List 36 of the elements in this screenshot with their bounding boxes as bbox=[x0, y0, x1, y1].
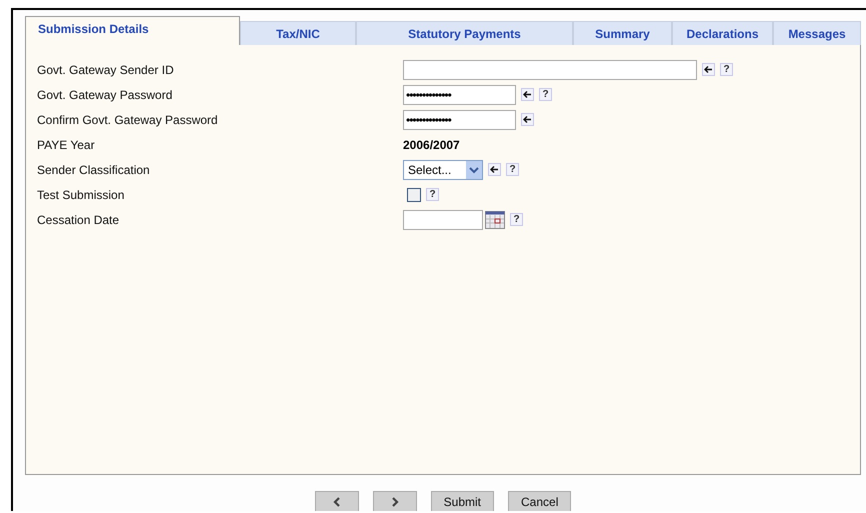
help-icon[interactable]: ? bbox=[720, 63, 733, 76]
paye-year-value: 2006/2007 bbox=[403, 138, 460, 152]
field-label: Cessation Date bbox=[37, 212, 120, 226]
password-field[interactable]: •••••••••••••• bbox=[403, 110, 516, 130]
tab[interactable]: Statutory Payments bbox=[356, 21, 573, 45]
tab[interactable]: Submission Details bbox=[25, 16, 240, 45]
help-icon[interactable]: ? bbox=[506, 163, 519, 176]
left-arrow-icon[interactable] bbox=[521, 88, 534, 101]
dropdown[interactable]: Select... bbox=[403, 160, 483, 180]
left-arrow-icon[interactable] bbox=[521, 113, 534, 126]
previous-button[interactable] bbox=[314, 491, 359, 511]
input-field[interactable] bbox=[403, 210, 483, 230]
input-field[interactable] bbox=[403, 60, 697, 80]
tab[interactable]: Summary bbox=[573, 21, 672, 45]
left-arrow-icon[interactable] bbox=[488, 163, 501, 176]
chevron-right-icon bbox=[390, 497, 399, 507]
tab[interactable]: Declarations bbox=[672, 21, 773, 45]
next-button[interactable] bbox=[372, 491, 417, 511]
tab[interactable]: Messages bbox=[773, 21, 861, 45]
help-icon[interactable]: ? bbox=[510, 213, 523, 226]
field-label: Confirm Govt. Gateway Password bbox=[37, 112, 219, 126]
field-label: Test Submission bbox=[37, 188, 126, 202]
calendar-icon[interactable] bbox=[485, 210, 505, 228]
password-field[interactable]: •••••••••••••• bbox=[403, 84, 516, 104]
help-icon[interactable]: ? bbox=[539, 88, 552, 101]
help-icon[interactable]: ? bbox=[426, 188, 439, 201]
field-label: Govt. Gateway Sender ID bbox=[37, 62, 175, 76]
action-button[interactable]: Submit bbox=[430, 491, 494, 511]
left-arrow-icon[interactable] bbox=[702, 63, 715, 76]
tab[interactable]: Tax/NIC bbox=[240, 21, 356, 45]
field-label: PAYE Year bbox=[37, 138, 96, 152]
checkbox[interactable] bbox=[407, 188, 421, 202]
action-button[interactable]: Cancel bbox=[508, 491, 572, 511]
field-label: Govt. Gateway Password bbox=[37, 88, 174, 102]
field-label: Sender Classification bbox=[37, 162, 151, 176]
chevron-left-icon bbox=[332, 497, 341, 507]
